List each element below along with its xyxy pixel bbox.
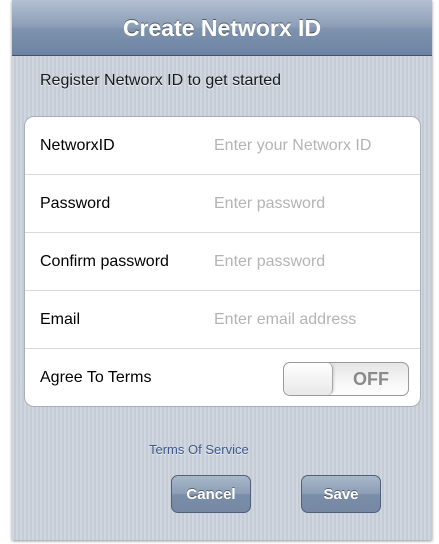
networx-id-field[interactable] bbox=[214, 131, 414, 161]
agree-terms-label: Agree To Terms bbox=[40, 369, 152, 386]
cancel-button[interactable]: Cancel bbox=[171, 475, 251, 513]
registration-form: NetworxID Password Confirm password Emai… bbox=[24, 116, 421, 407]
password-row: Password bbox=[25, 175, 420, 233]
save-button[interactable]: Save bbox=[301, 475, 381, 513]
confirm-password-field[interactable] bbox=[214, 247, 414, 277]
email-field[interactable] bbox=[214, 305, 414, 335]
agree-terms-row: Agree To Terms OFF bbox=[25, 349, 420, 406]
password-field[interactable] bbox=[214, 189, 414, 219]
networx-id-label: NetworxID bbox=[40, 137, 115, 154]
toggle-state-text: OFF bbox=[353, 369, 389, 389]
email-row: Email bbox=[25, 291, 420, 349]
agree-terms-toggle[interactable]: OFF bbox=[283, 362, 409, 396]
navigation-bar: Create Networx ID bbox=[12, 0, 432, 56]
form-subtitle: Register Networx ID to get started bbox=[40, 72, 281, 89]
email-label: Email bbox=[40, 311, 81, 328]
create-id-dialog: Create Networx ID Register Networx ID to… bbox=[12, 0, 432, 540]
terms-of-service-link[interactable]: Terms Of Service bbox=[149, 442, 249, 457]
confirm-password-label: Confirm password bbox=[40, 253, 169, 270]
password-label: Password bbox=[40, 195, 111, 212]
confirm-password-row: Confirm password bbox=[25, 233, 420, 291]
page-title: Create Networx ID bbox=[122, 15, 322, 41]
toggle-knob[interactable] bbox=[284, 363, 333, 395]
networx-id-row: NetworxID bbox=[25, 117, 420, 175]
